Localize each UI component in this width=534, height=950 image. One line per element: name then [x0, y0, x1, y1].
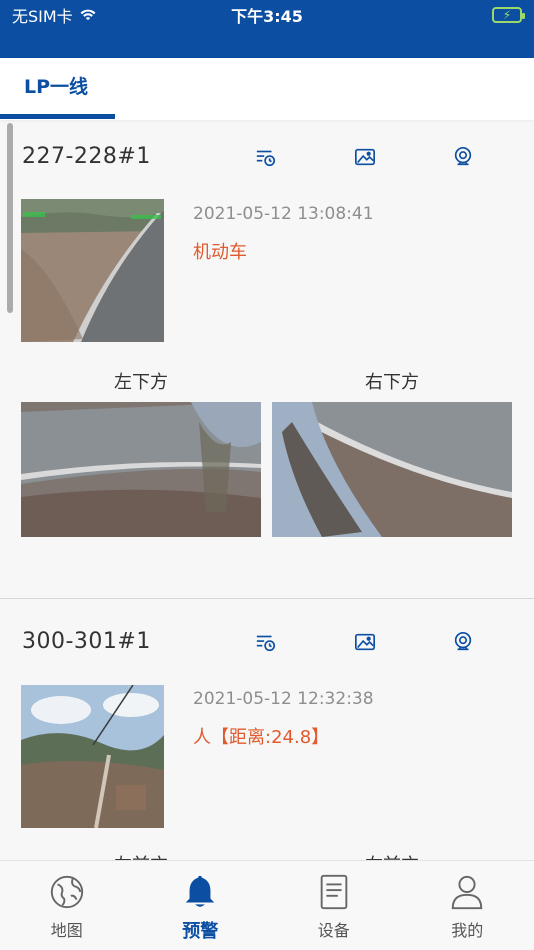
camera-icon[interactable] — [450, 629, 476, 655]
nav-item-devices[interactable]: 设备 — [267, 861, 401, 950]
nav-item-map[interactable]: 地图 — [0, 861, 134, 950]
camera-label-right: 右前方 — [272, 851, 512, 860]
nav-label-devices: 设备 — [317, 921, 350, 940]
tab-active-indicator — [0, 114, 115, 119]
bell-icon — [186, 875, 215, 907]
camera-label-right: 右下方 — [365, 372, 419, 393]
nav-label-alerts: 预警 — [182, 921, 219, 942]
roadside-photo — [21, 199, 164, 342]
status-bar: 无SIM卡 下午3:45 ⚡ — [0, 0, 534, 30]
globe-icon — [50, 875, 83, 909]
bottom-nav: 地图 预警 设备 我的 — [0, 860, 534, 950]
nav-item-alerts[interactable]: 预警 — [134, 861, 268, 950]
tab-lp-line[interactable]: LP一线 — [24, 72, 88, 99]
scroll-indicator[interactable] — [7, 123, 13, 313]
alert-title: 227-228#1 — [22, 144, 151, 169]
alert-thumbnail[interactable] — [21, 199, 164, 342]
nav-item-profile[interactable]: 我的 — [401, 861, 534, 950]
camera-image-right[interactable] — [272, 402, 512, 537]
history-icon[interactable] — [253, 144, 279, 170]
camera-label-left: 左下方 — [114, 372, 168, 393]
camera-label-left: 左前方 — [21, 851, 261, 860]
line-tab-bar: LP一线 — [0, 58, 534, 120]
image-icon[interactable] — [352, 629, 378, 655]
nav-label-profile: 我的 — [451, 921, 484, 940]
camera-icon[interactable] — [450, 144, 476, 170]
alert-card: 300-301#1 2021-05-12 12:32:38 人【距离:24.8】 — [0, 599, 534, 860]
alert-list[interactable]: 227-228#1 2021-05-12 13:08:41 机动车 左下方 右下… — [0, 120, 534, 860]
nav-label-map: 地图 — [50, 921, 83, 940]
alert-type: 机动车 — [193, 242, 247, 263]
app-header: 无SIM卡 下午3:45 ⚡ — [0, 0, 534, 58]
carrier-label: 无SIM卡 — [12, 7, 73, 26]
battery-icon: ⚡ — [492, 7, 525, 23]
image-icon[interactable] — [352, 144, 378, 170]
alert-thumbnail[interactable] — [21, 685, 164, 828]
clipboard-icon — [320, 874, 348, 910]
history-icon[interactable] — [253, 629, 279, 655]
alert-card: 227-228#1 2021-05-12 13:08:41 机动车 左下方 右下… — [0, 120, 534, 598]
hillside-photo — [21, 685, 164, 828]
wifi-icon — [80, 9, 96, 21]
user-icon — [452, 875, 483, 910]
alert-type: 人【距离:24.8】 — [193, 727, 330, 748]
camera-image-left[interactable] — [21, 402, 261, 537]
alert-timestamp: 2021-05-12 13:08:41 — [193, 204, 374, 224]
alert-timestamp: 2021-05-12 12:32:38 — [193, 689, 374, 709]
alert-title: 300-301#1 — [22, 629, 151, 654]
